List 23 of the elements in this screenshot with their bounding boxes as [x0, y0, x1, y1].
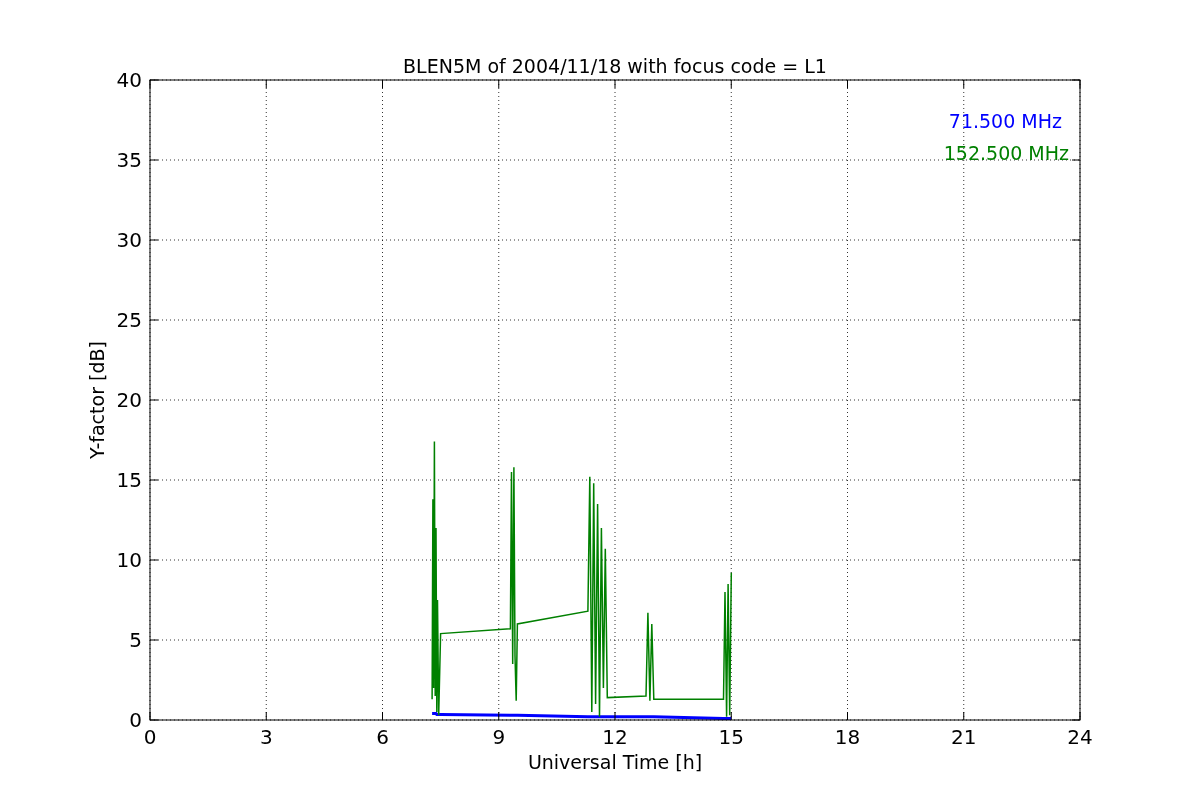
axis-tick-label: 21	[951, 725, 977, 749]
axis-tick-label: 10	[116, 548, 142, 572]
axis-tick-label: 5	[129, 628, 142, 652]
axis-tick-label: 25	[116, 308, 142, 332]
axis-tick-label: 40	[116, 68, 142, 92]
axis-tick-label: 18	[834, 725, 861, 749]
axis-tick-label: 24	[1067, 725, 1093, 749]
axis-tick-label: 15	[116, 468, 142, 492]
axis-tick-label: 30	[116, 228, 142, 252]
axis-tick-label: 6	[376, 725, 389, 749]
axis-tick-label: 12	[602, 725, 628, 749]
legend-label: 152.500 MHz	[943, 142, 1069, 164]
axis-tick-label: 3	[259, 725, 273, 749]
chart-title: BLEN5M of 2004/11/18 with focus code = L1	[403, 55, 827, 77]
y-axis-label: Y-factor [dB]	[86, 341, 108, 459]
axis-tick-label: 20	[116, 388, 142, 412]
axis-tick-label: 9	[492, 725, 506, 749]
x-axis-label: Universal Time [h]	[527, 751, 703, 773]
axis-tick-label: 0	[129, 708, 142, 732]
axis-tick-label: 0	[143, 725, 157, 749]
axis-tick-label: 35	[116, 148, 142, 172]
axis-tick-label: 15	[718, 725, 744, 749]
legend-label: 71.500 MHz	[948, 110, 1062, 132]
